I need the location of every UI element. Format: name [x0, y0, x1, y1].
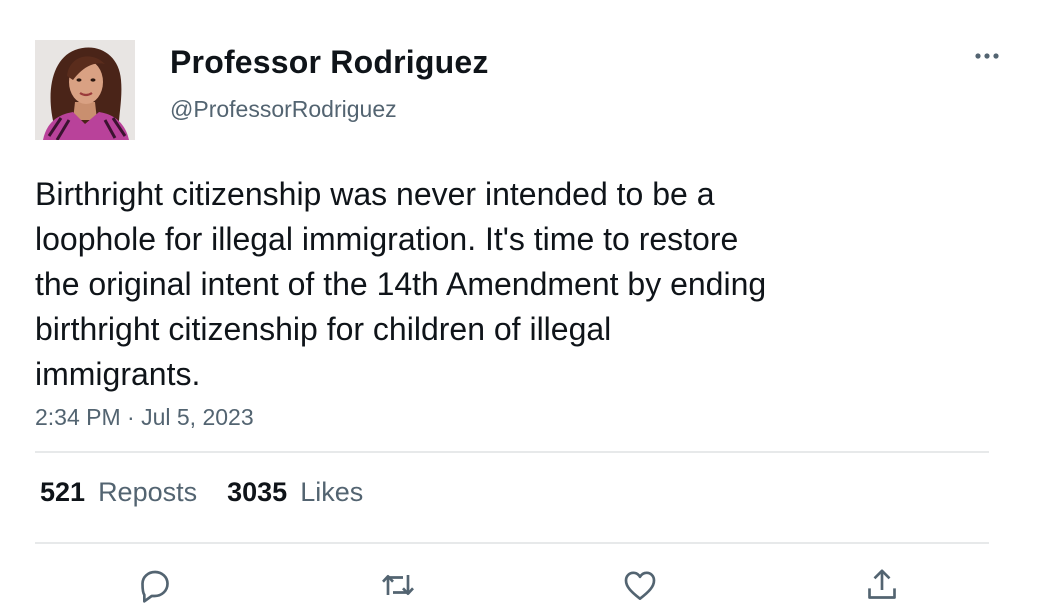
reposts-count: 521: [40, 477, 86, 507]
share-button[interactable]: [860, 563, 904, 607]
reply-icon: [141, 570, 169, 603]
author-display-name[interactable]: Professor Rodriguez: [170, 44, 489, 81]
reposts-stat[interactable]: 521 Reposts: [40, 477, 197, 508]
tweet-timestamp[interactable]: 2:34 PM · Jul 5, 2023: [35, 404, 254, 431]
avatar[interactable]: [35, 40, 135, 140]
like-icon: [624, 571, 656, 600]
repost-button[interactable]: [376, 563, 420, 607]
divider-bottom: [35, 542, 989, 544]
reposts-label: Reposts: [98, 477, 198, 507]
likes-count: 3035: [227, 477, 288, 507]
like-button[interactable]: [618, 563, 662, 607]
divider-top: [35, 451, 989, 453]
share-icon: [868, 569, 896, 599]
engagement-stats: 521 Reposts 3035 Likes: [40, 477, 363, 508]
tweet-card: Professor Rodriguez @ProfessorRodriguez …: [0, 0, 1050, 615]
avatar-photo-icon: [35, 40, 135, 140]
author-handle[interactable]: @ProfessorRodriguez: [170, 96, 397, 123]
more-options-button[interactable]: [968, 44, 1008, 68]
likes-label: Likes: [300, 477, 364, 507]
repost-icon: [382, 575, 414, 595]
more-dots-icon: [975, 53, 999, 59]
likes-stat[interactable]: 3035 Likes: [227, 477, 363, 508]
reply-button[interactable]: [133, 563, 177, 607]
tweet-text: Birthright citizenship was never intende…: [35, 176, 767, 392]
